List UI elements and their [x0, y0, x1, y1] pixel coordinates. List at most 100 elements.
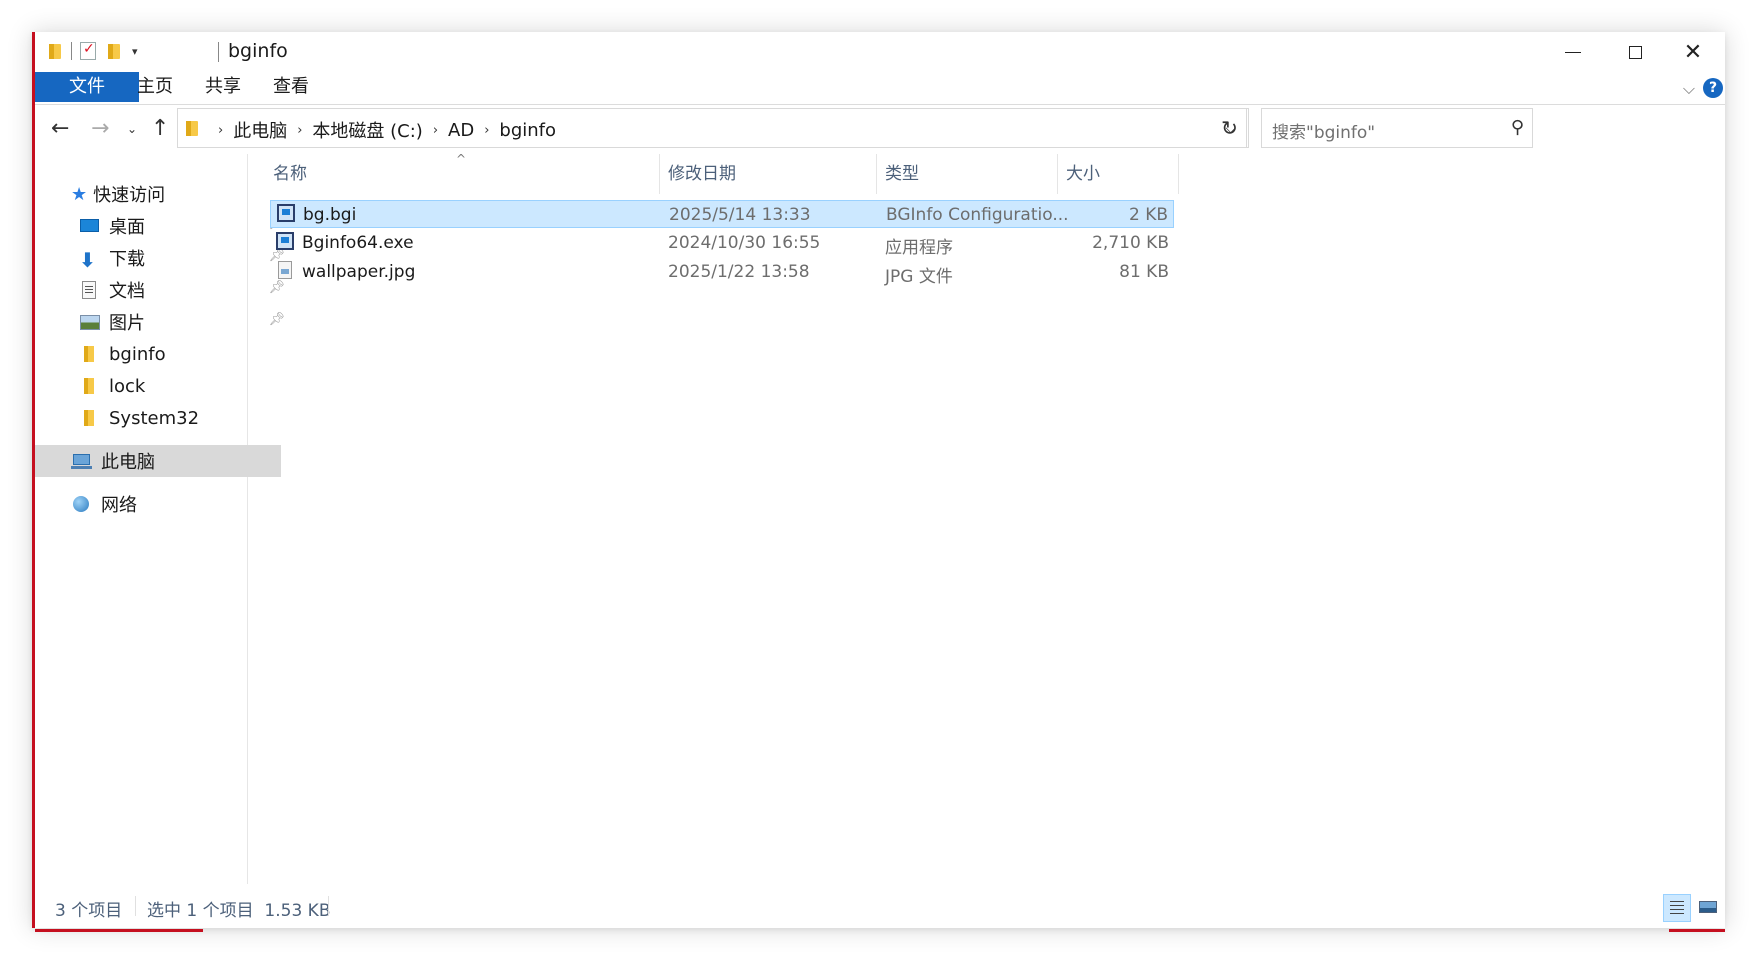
folder-icon — [79, 408, 101, 428]
file-list: ^ 名称 修改日期 类型 大小 bg.bgi 2025/5/14 13:33 B… — [248, 152, 1725, 884]
pictures-icon — [79, 312, 101, 332]
recent-locations-icon[interactable]: ⌄ — [127, 122, 137, 136]
search-input[interactable]: 搜索"bginfo" ⚲ — [1261, 108, 1533, 148]
chevron-right-icon[interactable]: › — [218, 123, 223, 138]
breadcrumb-ad[interactable]: AD — [448, 120, 474, 141]
tab-file[interactable]: 文件 — [35, 72, 139, 102]
breadcrumb: › 此电脑 › 本地磁盘 (C:) › AD › bginfo — [208, 117, 556, 143]
chevron-right-icon[interactable]: › — [433, 123, 438, 138]
sort-ascending-icon: ^ — [456, 152, 467, 166]
sidebar-item-quick-access[interactable]: ★ 快速访问 — [35, 178, 283, 210]
file-type: 应用程序 — [885, 238, 953, 258]
customize-toolbar-icon[interactable]: ▾ — [132, 45, 138, 58]
column-header-name[interactable]: 名称 — [273, 154, 307, 194]
file-size: 2 KB — [1128, 205, 1168, 225]
sidebar-item-label: 此电脑 — [101, 452, 155, 473]
properties-icon[interactable] — [80, 41, 96, 60]
sidebar-item-network[interactable]: 网络 — [35, 488, 283, 520]
column-header-modified[interactable]: 修改日期 — [668, 154, 736, 194]
close-button[interactable]: ✕ — [1661, 32, 1725, 72]
navigation-bar: ← → ⌄ ↑ › 此电脑 › 本地磁盘 (C:) › AD › bginfo … — [35, 106, 1725, 152]
sidebar-item-label: 下载 — [109, 249, 145, 270]
network-icon — [71, 494, 93, 514]
column-divider[interactable] — [876, 154, 877, 194]
column-divider[interactable] — [1057, 154, 1058, 194]
explorer-window: ▾ bginfo ✕ 文件 主页 共享 查看 ⌵ ? ← → ⌄ ↑ › 此电脑… — [32, 32, 1725, 932]
large-icons-view-button[interactable] — [1695, 894, 1721, 920]
file-row-bg-bgi[interactable]: bg.bgi 2025/5/14 13:33 BGInfo Configurat… — [270, 200, 1174, 228]
computer-icon — [71, 451, 93, 471]
file-name: wallpaper.jpg — [302, 262, 416, 282]
close-icon: ✕ — [1683, 39, 1703, 65]
sidebar-item-label: 快速访问 — [93, 185, 166, 206]
file-modified: 2024/10/30 16:55 — [668, 233, 821, 253]
back-button[interactable]: ← — [51, 116, 69, 141]
maximize-button[interactable] — [1603, 32, 1667, 72]
sidebar-item-label: System32 — [109, 407, 200, 429]
column-header-type[interactable]: 类型 — [885, 154, 919, 194]
file-row-wallpaper-jpg[interactable]: wallpaper.jpg 2025/1/22 13:58 JPG 文件 81 … — [270, 258, 1174, 287]
window-border-accent — [35, 929, 203, 932]
status-bar: 3 个项目 选中 1 个项目 1.53 KB — [35, 884, 1725, 928]
column-divider[interactable] — [659, 154, 660, 194]
column-divider[interactable] — [1178, 154, 1179, 194]
file-modified: 2025/5/14 13:33 — [669, 205, 811, 225]
status-divider — [328, 896, 329, 916]
folder-icon[interactable] — [47, 42, 63, 60]
breadcrumb-bginfo[interactable]: bginfo — [499, 120, 556, 141]
ribbon-tabs: 文件 主页 共享 查看 ⌵ ? — [35, 72, 1725, 105]
address-folder-icon — [184, 119, 200, 137]
details-view-button[interactable] — [1663, 894, 1691, 922]
selection-info: 选中 1 个项目 1.53 KB — [147, 901, 331, 921]
breadcrumb-local-disk[interactable]: 本地磁盘 (C:) — [312, 117, 422, 143]
search-placeholder: 搜索"bginfo" — [1272, 123, 1376, 143]
image-file-icon — [278, 261, 292, 279]
sidebar-item-label: bginfo — [109, 343, 166, 365]
bginfo-app-icon — [276, 232, 294, 250]
sidebar-item-label: lock — [109, 375, 146, 397]
title-divider — [218, 42, 219, 62]
folder-icon — [79, 344, 101, 364]
sidebar-item-label: 网络 — [101, 495, 137, 516]
address-bar[interactable]: › 此电脑 › 本地磁盘 (C:) › AD › bginfo ⌵ — [177, 108, 1247, 148]
minimize-button[interactable] — [1541, 32, 1605, 72]
sidebar-item-label: 图片 — [109, 313, 145, 334]
tab-share[interactable]: 共享 — [193, 72, 253, 102]
forward-button[interactable]: → — [91, 116, 109, 141]
refresh-button[interactable]: ↻ — [1211, 108, 1249, 148]
expand-ribbon-icon[interactable]: ⌵ — [1683, 79, 1695, 99]
desktop-icon — [79, 216, 101, 236]
sidebar-item-label: 文档 — [109, 281, 145, 302]
breadcrumb-this-pc[interactable]: 此电脑 — [233, 117, 287, 143]
column-header-size[interactable]: 大小 — [1066, 154, 1100, 194]
chevron-right-icon[interactable]: › — [297, 123, 302, 138]
help-icon[interactable]: ? — [1703, 78, 1723, 98]
refresh-icon: ↻ — [1221, 116, 1238, 140]
tab-view[interactable]: 查看 — [261, 72, 321, 102]
file-name: bg.bgi — [303, 205, 357, 225]
sidebar-item-this-pc[interactable]: 此电脑 — [35, 445, 281, 477]
bginfo-file-icon — [277, 204, 295, 222]
item-count: 3 个项目 — [55, 901, 123, 921]
file-type: BGInfo Configuratio... — [886, 205, 1069, 225]
maximize-icon — [1628, 45, 1642, 59]
file-modified: 2025/1/22 13:58 — [668, 262, 810, 282]
file-size: 2,710 KB — [1092, 233, 1169, 253]
up-button[interactable]: ↑ — [151, 116, 169, 141]
minimize-icon — [1565, 51, 1581, 53]
search-icon: ⚲ — [1510, 117, 1524, 138]
folder-icon — [79, 376, 101, 396]
star-icon: ★ — [71, 183, 88, 205]
download-icon: ⬇ — [79, 248, 96, 272]
toolbar-divider — [71, 42, 72, 60]
new-folder-icon[interactable] — [106, 42, 122, 60]
sidebar-item-label: 桌面 — [109, 217, 145, 238]
window-title: bginfo — [228, 40, 288, 62]
title-bar: ▾ bginfo ✕ — [35, 32, 1725, 72]
file-name: Bginfo64.exe — [302, 233, 414, 253]
file-type: JPG 文件 — [885, 267, 953, 287]
file-size: 81 KB — [1119, 262, 1169, 282]
tab-home[interactable]: 主页 — [125, 72, 185, 102]
chevron-right-icon[interactable]: › — [484, 123, 489, 138]
file-row-bginfo64-exe[interactable]: Bginfo64.exe 2024/10/30 16:55 应用程序 2,710… — [270, 229, 1174, 258]
